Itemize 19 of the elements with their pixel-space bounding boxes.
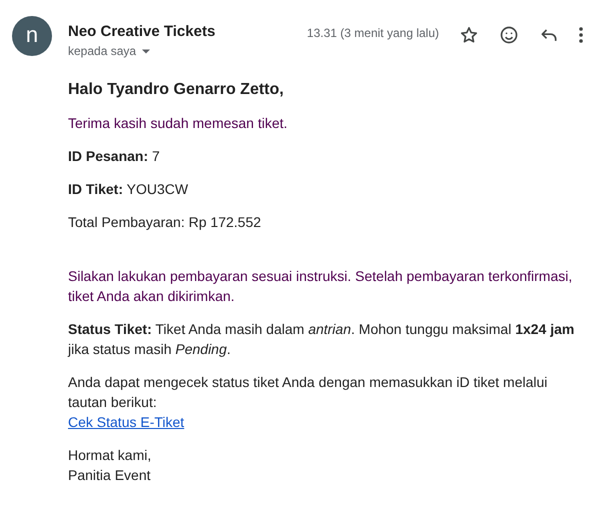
recipient-dropdown[interactable]: kepada saya <box>68 43 216 59</box>
message-paragraph: Anda dapat mengecek status tiket Anda dengan memasukkan iD tiket melalui tautan berikut: <box>68 373 548 412</box>
message-time: 13.31 (3 menit yang lalu) <box>306 25 439 41</box>
signature-line: Hormat kami, <box>68 446 152 465</box>
more-icon[interactable] <box>579 27 583 43</box>
message-paragraph: Silakan lakukan pembayaran sesuai instruksi. Setelah pembayaran terkonfirmasi, tiket Anda akan dikirimkan. <box>68 267 574 306</box>
sender-avatar: n <box>12 16 52 56</box>
signature-line: Panitia Event <box>68 466 150 485</box>
emoji-icon[interactable] <box>499 25 519 45</box>
greeting: Halo Tyandro Genarro Zetto, <box>68 80 285 100</box>
message-paragraph: Total Pembayaran: Rp 172.552 <box>68 213 262 232</box>
message-paragraph: Status Tiket: Tiket Anda masih dalam antrian. Mohon tunggu maksimal 1x24 jam jika status masih Pending. <box>68 320 576 359</box>
message-paragraph: ID Tiket: YOU3CW <box>68 180 190 199</box>
caret-icon <box>142 48 150 54</box>
star-icon[interactable] <box>459 25 479 45</box>
message-paragraph: ID Pesanan: 7 <box>68 147 161 166</box>
status-link[interactable]: Cek Status E-Tiket <box>68 412 184 432</box>
sender-name: Neo Creative Tickets <box>68 22 216 42</box>
message-paragraph: Terima kasih sudah memesan tiket. <box>68 114 288 133</box>
